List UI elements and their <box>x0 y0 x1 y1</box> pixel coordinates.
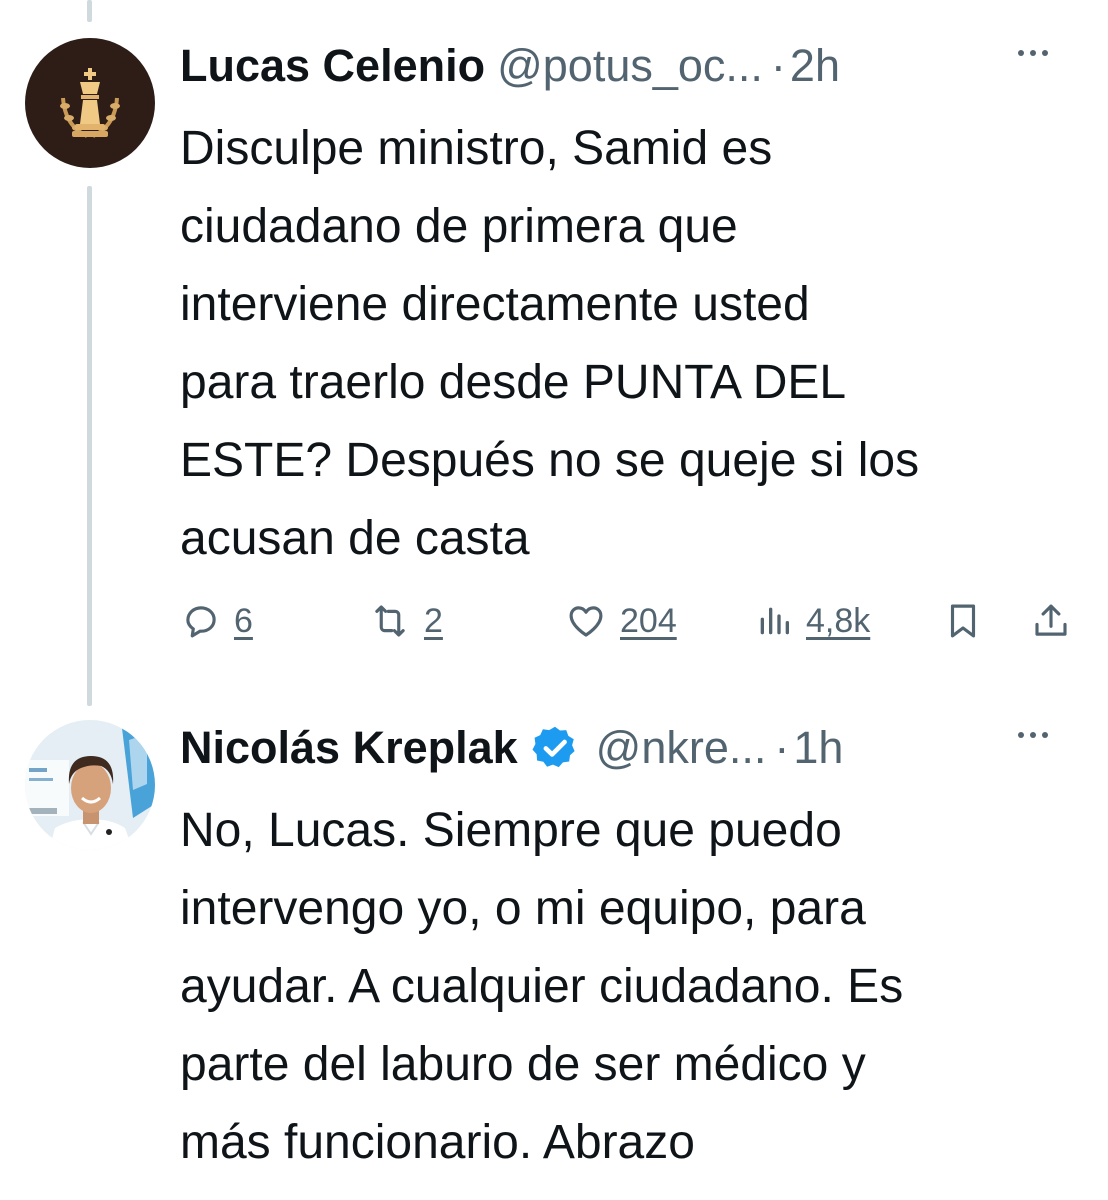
like-count: 204 <box>620 601 677 640</box>
tweet-text-line: No, Lucas. Siempre que puedo <box>180 804 842 857</box>
tweet-header: Nicolás Kreplak @nkre... · 1h <box>180 718 1076 778</box>
tweet-text-line: interviene directamente usted <box>180 278 810 331</box>
tweet-text-line: ayudar. A cualquier ciudadano. Es <box>180 960 904 1013</box>
retweet-count: 2 <box>424 601 443 640</box>
avatar[interactable] <box>25 38 155 168</box>
bookmark-icon <box>950 604 976 638</box>
bookmark-button[interactable] <box>942 600 984 642</box>
display-name[interactable]: Nicolás Kreplak <box>180 722 518 774</box>
user-handle[interactable]: @potus_oc... <box>497 40 763 92</box>
tweet-text-line: para traerlo desde PUNTA DEL <box>180 356 847 409</box>
tweet-text-line: acusan de casta <box>180 512 530 565</box>
share-icon <box>1035 604 1067 636</box>
display-name[interactable]: Lucas Celenio <box>180 40 485 92</box>
separator-dot: · <box>774 722 790 773</box>
reply-icon <box>186 606 216 638</box>
tweet-text-line: Disculpe ministro, Samid es <box>180 122 773 175</box>
more-icon[interactable] <box>1018 50 1048 56</box>
thread-line-top <box>87 0 92 22</box>
timestamp[interactable]: 1h <box>793 722 843 774</box>
views-count: 4,8k <box>806 601 871 640</box>
views-icon <box>760 607 789 635</box>
more-icon[interactable] <box>1018 732 1048 738</box>
tweet-actions: 6 2 204 4,8k <box>180 600 1080 656</box>
retweet-button[interactable]: 2 <box>368 600 443 642</box>
tweet-text-line: ciudadano de primera que <box>180 200 738 253</box>
chess-king-avatar-icon <box>25 38 155 168</box>
user-handle[interactable]: @nkre... <box>596 722 767 774</box>
person-photo-avatar-icon <box>25 720 155 850</box>
reply-count: 6 <box>234 601 253 640</box>
separator-dot: · <box>770 40 786 91</box>
like-button[interactable]: 204 <box>564 600 677 642</box>
tweet-text-line: intervengo yo, o mi equipo, para <box>180 882 866 935</box>
avatar[interactable] <box>25 720 155 850</box>
retweet-icon <box>375 605 405 637</box>
tweet-text-line: más funcionario. Abrazo <box>180 1116 695 1169</box>
tweet-text-line: ESTE? Después no se queje si los <box>180 434 920 487</box>
tweet-header: Lucas Celenio @potus_oc... · 2h <box>180 36 1076 96</box>
tweet-text: No, Lucas. Siempre que puedo intervengo … <box>180 792 1080 1182</box>
reply-button[interactable]: 6 <box>180 600 253 642</box>
share-button[interactable] <box>1030 600 1072 642</box>
heart-icon <box>569 606 603 637</box>
tweet-text-line: parte del laburo de ser médico y <box>180 1038 866 1091</box>
verified-badge-icon <box>530 723 580 773</box>
views-button[interactable]: 4,8k <box>754 600 870 642</box>
tweet-text: Disculpe ministro, Samid es ciudadano de… <box>180 110 1080 578</box>
timestamp[interactable]: 2h <box>790 40 840 92</box>
thread-line-connector <box>87 186 92 706</box>
